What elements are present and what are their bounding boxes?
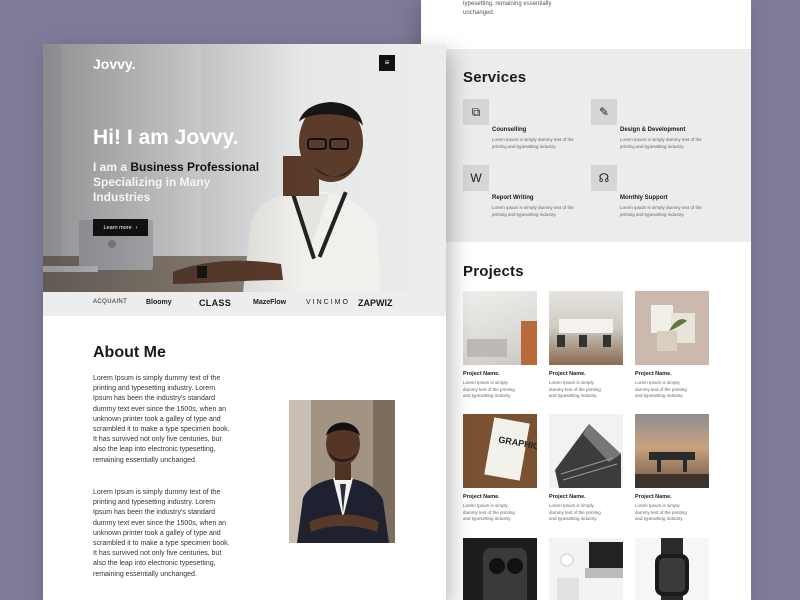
headset-icon: ☊ — [591, 165, 617, 191]
project-name[interactable]: Project Name. — [635, 371, 672, 377]
service-title: Report Writing — [492, 195, 534, 201]
project-image[interactable] — [549, 291, 623, 365]
project-image[interactable] — [635, 291, 709, 365]
project-name[interactable]: Project Name. — [463, 371, 500, 377]
hero-title: Hi! I am Jovvy. — [93, 126, 239, 149]
projects-title: Projects — [463, 263, 524, 280]
project-desc: Lorem Ipsum is simply dummy text of the … — [635, 380, 687, 398]
services-title: Services — [463, 69, 527, 86]
service-desc: Lorem Ipsum is simply dummy text of the … — [620, 137, 702, 149]
brand-logo: Bloomy — [146, 299, 172, 306]
services-section: Services ⧉ Counselling Lorem Ipsum is si… — [421, 49, 751, 242]
project-name[interactable]: Project Name. — [463, 494, 500, 500]
left-page-mockup: Jovvy. ≡ Hi! I am Jovvy. I am a Business… — [43, 44, 446, 600]
word-doc-icon: W — [463, 165, 489, 191]
learn-more-label: Learn more — [103, 224, 132, 231]
about-paragraph: Lorem Ipsum is simply dummy text of the … — [93, 489, 230, 578]
hero-subtitle-part: I am a — [93, 160, 131, 174]
service-title: Monthly Support — [620, 195, 668, 201]
learn-more-button[interactable]: Learn more › — [93, 219, 148, 236]
service-desc: Lorem Ipsum is simply dummy text of the … — [492, 205, 574, 217]
hero-subtitle: I am a Business Professional Specializin… — [93, 160, 263, 205]
brand-logo: CLASS — [199, 298, 232, 308]
continued-paragraph: typesetting, remaining essentially uncha… — [463, 1, 552, 16]
hamburger-icon: ≡ — [384, 58, 390, 67]
project-image[interactable] — [463, 538, 537, 600]
brand-logos-bar: ACQUAINT Bloomy CLASS MazeFlow VINCIMO Z… — [43, 292, 446, 316]
about-photo — [289, 400, 395, 543]
project-image[interactable]: GRAPHIC — [463, 414, 537, 488]
right-page-mockup: typesetting, remaining essentially uncha… — [421, 0, 751, 600]
menu-button[interactable]: ≡ — [379, 55, 395, 71]
about-title: About Me — [93, 344, 166, 361]
project-image[interactable] — [635, 538, 709, 600]
brand-logo: VINCIMO — [306, 299, 350, 306]
hero-subtitle-highlight: Business Professional — [130, 160, 260, 174]
service-desc: Lorem Ipsum is simply dummy text of the … — [620, 205, 702, 217]
brand-logo: ACQUAINT — [93, 299, 128, 305]
project-desc: Lorem Ipsum is simply dummy text of the … — [463, 503, 515, 521]
project-desc: Lorem Ipsum is simply dummy text of the … — [463, 380, 515, 398]
project-name[interactable]: Project Name. — [549, 494, 586, 500]
site-logo[interactable]: Jovvy. — [93, 56, 136, 72]
network-icon: ⧉ — [463, 99, 489, 125]
brand-logo: ZAPWIZ — [358, 298, 393, 308]
service-title: Design & Development — [620, 127, 686, 133]
about-paragraph: Lorem Ipsum is simply dummy text of the … — [93, 375, 230, 464]
project-desc: Lorem Ipsum is simply dummy text of the … — [549, 503, 601, 521]
design-tools-icon: ✎ — [591, 99, 617, 125]
project-name[interactable]: Project Name. — [635, 494, 672, 500]
project-image[interactable] — [549, 414, 623, 488]
project-image[interactable] — [463, 291, 537, 365]
service-desc: Lorem Ipsum is simply dummy text of the … — [492, 137, 574, 149]
project-desc: Lorem Ipsum is simply dummy text of the … — [635, 503, 687, 521]
hero-section: Jovvy. ≡ Hi! I am Jovvy. I am a Business… — [43, 44, 446, 292]
brand-logo: MazeFlow — [253, 299, 287, 306]
project-image[interactable] — [549, 538, 623, 600]
chevron-right-icon: › — [135, 224, 138, 231]
project-desc: Lorem Ipsum is simply dummy text of the … — [549, 380, 601, 398]
project-image[interactable] — [635, 414, 709, 488]
project-name[interactable]: Project Name. — [549, 371, 586, 377]
service-title: Counselling — [492, 127, 527, 133]
hero-subtitle-part: Specializing in Many Industries — [93, 175, 211, 204]
